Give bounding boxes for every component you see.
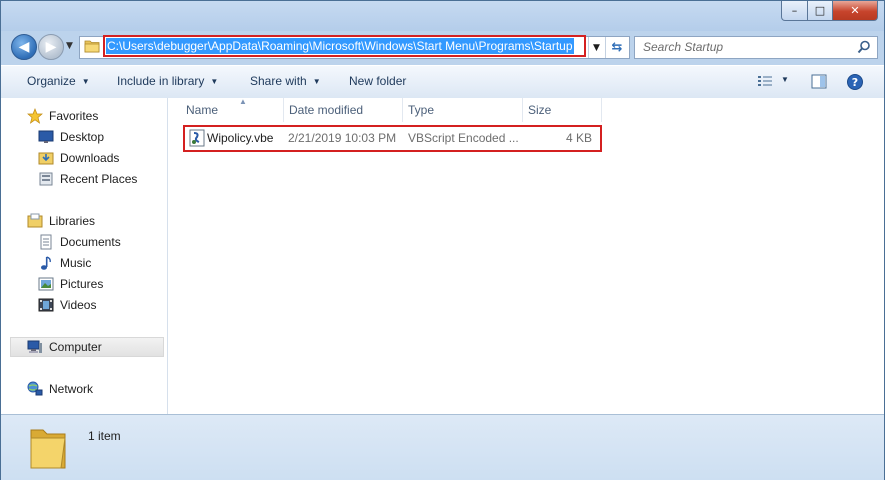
help-icon[interactable]: ?: [847, 74, 863, 90]
sort-ascending-icon: ▲: [239, 97, 247, 106]
sidebar-item-label: Computer: [49, 340, 102, 354]
sidebar-item-label: Favorites: [49, 109, 99, 123]
explorer-window: – □ ✕ ◀ ▶ ▼ C:\Users\debugger\AppData\Ro…: [0, 0, 885, 480]
file-type: VBScript Encoded ...: [408, 131, 519, 145]
folder-icon: [84, 40, 100, 53]
desktop-icon: [38, 130, 54, 143]
command-bar: Organize ▼ Include in library ▼ Share with…: [1, 65, 884, 99]
sidebar-item-label: Network: [49, 382, 94, 396]
recent-pages-dropdown[interactable]: ▼: [66, 41, 73, 51]
back-button[interactable]: ◀: [11, 34, 37, 60]
pictures-icon: [38, 277, 54, 291]
new-folder-button[interactable]: New folder: [349, 74, 406, 88]
sidebar-item-label: Pictures: [60, 277, 104, 291]
computer-icon: [27, 340, 42, 353]
column-header-date-modified[interactable]: Date modified: [284, 98, 403, 122]
music-icon: [41, 256, 51, 270]
sidebar-item-network[interactable]: Network: [27, 379, 93, 399]
chevron-down-icon: ▼: [781, 75, 789, 84]
sidebar-item-label: Documents: [60, 235, 121, 249]
view-dropdown-button[interactable]: ▼: [781, 75, 789, 84]
sidebar-item-pictures[interactable]: Pictures: [38, 274, 103, 294]
share-with-menu[interactable]: Share with ▼: [250, 74, 321, 88]
include-in-library-menu[interactable]: Include in library ▼: [117, 74, 218, 88]
file-name: Wipolicy.vbe: [207, 131, 274, 145]
minimize-button[interactable]: –: [781, 1, 808, 21]
column-header-label: Date modified: [289, 103, 364, 117]
share-with-label: Share with: [250, 74, 307, 88]
chevron-down-icon: ▼: [312, 77, 321, 86]
refresh-icon: ⇆: [611, 40, 623, 55]
search-icon[interactable]: [857, 40, 871, 54]
sidebar-item-documents[interactable]: Documents: [38, 232, 121, 252]
search-input[interactable]: Search Startup: [634, 36, 878, 59]
item-count: 1 item: [88, 429, 121, 443]
column-header-type[interactable]: Type: [403, 98, 523, 122]
window-controls: – □ ✕: [781, 1, 878, 21]
organize-menu[interactable]: Organize ▼: [27, 74, 90, 88]
search-placeholder: Search Startup: [643, 40, 724, 54]
address-bar[interactable]: C:\Users\debugger\AppData\Roaming\Micros…: [79, 35, 630, 59]
back-arrow-icon: ◀: [18, 39, 30, 55]
column-header-size[interactable]: Size: [523, 98, 602, 122]
include-in-library-label: Include in library: [117, 74, 205, 88]
column-header-label: Name: [186, 103, 219, 117]
forward-button[interactable]: ▶: [38, 34, 64, 60]
view-options-icon[interactable]: [757, 74, 773, 88]
sidebar-item-label: Downloads: [60, 151, 120, 165]
sidebar-item-label: Libraries: [49, 214, 96, 228]
downloads-folder-icon: [38, 152, 54, 165]
sidebar-item-music[interactable]: Music: [38, 253, 91, 273]
svg-text:?: ?: [852, 76, 858, 89]
column-header-name[interactable]: ▲ Name: [181, 97, 284, 122]
sidebar-item-label: Desktop: [60, 130, 105, 144]
documents-icon: [40, 234, 52, 250]
libraries-icon: [27, 213, 43, 228]
chevron-down-icon: ▼: [81, 77, 90, 86]
videos-icon: [38, 298, 54, 312]
sidebar-item-desktop[interactable]: Desktop: [38, 127, 104, 147]
address-path[interactable]: C:\Users\debugger\AppData\Roaming\Micros…: [106, 38, 574, 54]
address-highlight-box: C:\Users\debugger\AppData\Roaming\Micros…: [103, 35, 586, 57]
navigation-row: ◀ ▶ ▼ C:\Users\debugger\AppData\Roaming\…: [1, 31, 884, 63]
sidebar-item-videos[interactable]: Videos: [38, 295, 96, 315]
file-date-modified: 2/21/2019 10:03 PM: [288, 131, 397, 145]
file-list-pane: ▲ Name Date modified Type Size Wipolicy.…: [168, 97, 884, 414]
recent-places-icon: [39, 172, 53, 186]
sidebar-item-favorites[interactable]: Favorites: [27, 106, 98, 126]
sidebar-item-label: Music: [60, 256, 92, 270]
star-icon: [27, 108, 43, 124]
column-header-label: Size: [528, 103, 552, 117]
network-icon: [27, 381, 43, 396]
navigation-pane: Favorites Desktop Downloads Recent Place…: [1, 98, 168, 414]
vbscript-file-icon: [189, 129, 205, 147]
sidebar-item-label: Videos: [60, 298, 97, 312]
table-row[interactable]: Wipolicy.vbe 2/21/2019 10:03 PM VBScript…: [183, 125, 602, 152]
chevron-down-icon: ▼: [210, 77, 219, 86]
details-pane: 1 item: [1, 414, 884, 480]
sidebar-item-computer[interactable]: Computer: [10, 337, 164, 357]
address-dropdown-button[interactable]: ▼: [588, 37, 604, 58]
close-button[interactable]: ✕: [833, 1, 878, 21]
sidebar-item-downloads[interactable]: Downloads: [38, 148, 119, 168]
title-bar[interactable]: – □ ✕: [1, 1, 884, 31]
preview-pane-icon[interactable]: [811, 74, 827, 89]
sidebar-item-libraries[interactable]: Libraries: [27, 211, 95, 231]
maximize-button[interactable]: □: [808, 1, 833, 21]
organize-label: Organize: [27, 74, 76, 88]
sidebar-item-label: Recent Places: [60, 172, 138, 186]
forward-arrow-icon: ▶: [45, 39, 57, 55]
file-size: 4 KB: [565, 131, 592, 145]
sidebar-item-recent-places[interactable]: Recent Places: [38, 169, 137, 189]
chevron-down-icon: ▼: [593, 42, 600, 53]
refresh-button[interactable]: ⇆: [605, 37, 628, 58]
folder-icon: [30, 429, 66, 469]
column-header-label: Type: [408, 103, 435, 117]
